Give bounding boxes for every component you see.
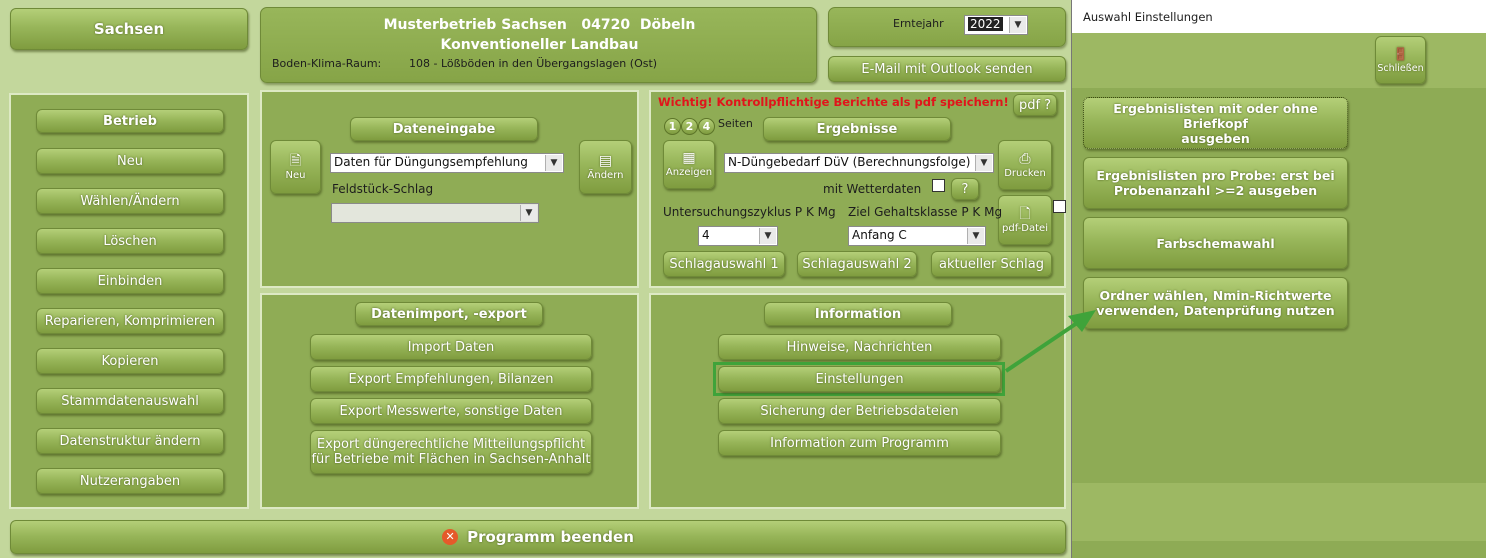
annotation-arrow xyxy=(1004,310,1096,373)
